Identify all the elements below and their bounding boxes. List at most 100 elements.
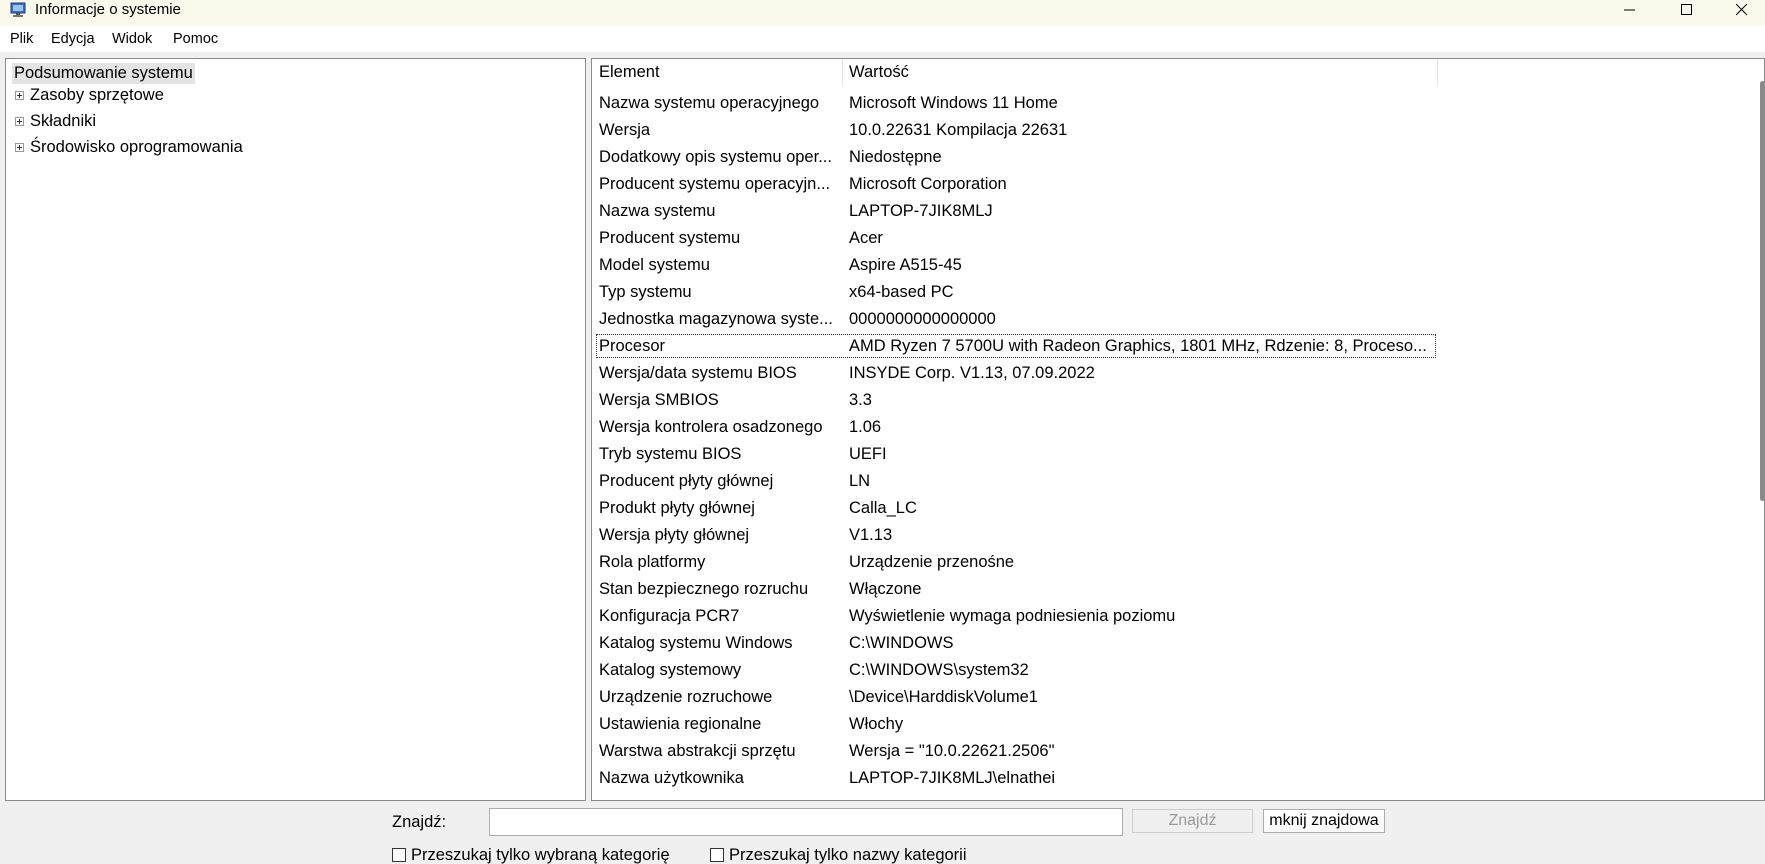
- row-element: Typ systemu: [599, 283, 692, 301]
- row-element: Wersja płyty głównej: [599, 526, 750, 544]
- list-row[interactable]: Nazwa systemu operacyjnego Microsoft Wind…: [592, 90, 1764, 117]
- list-row[interactable]: Produkt płyty głównej Calla_LC: [592, 495, 1764, 522]
- list-row[interactable]: Nazwa użytkownika LAPTOP-7JIK8MLJ\elnathe…: [592, 765, 1764, 792]
- menu-help[interactable]: Pomoc: [173, 30, 218, 48]
- list-row[interactable]: Nazwa systemu LAPTOP-7JIK8MLJ: [592, 198, 1764, 225]
- row-element: Producent systemu operacyjn...: [599, 175, 831, 193]
- list-row[interactable]: Warstwa abstrakcji sprzętu Wersja = "10.0…: [592, 738, 1764, 765]
- expand-plus-icon[interactable]: [15, 91, 24, 100]
- row-element: Urządzenie rozruchowe: [599, 688, 773, 706]
- search-category-names-option[interactable]: Przeszukaj tylko nazwy kategorii: [710, 846, 967, 864]
- close-find-button[interactable]: mknij znajdowa: [1263, 809, 1385, 833]
- column-divider[interactable]: [842, 59, 843, 86]
- row-value: Acer: [849, 229, 883, 247]
- category-tree: Podsumowanie systemu Zasoby sprzętowe Sk…: [5, 58, 586, 801]
- search-selected-category-checkbox[interactable]: [392, 848, 406, 862]
- row-value: 0000000000000000: [849, 310, 996, 328]
- row-value: C:\WINDOWS: [849, 634, 954, 652]
- row-element: Nazwa systemu: [599, 202, 716, 220]
- row-value: Calla_LC: [849, 499, 917, 517]
- list-row[interactable]: Wersja SMBIOS 3.3: [592, 387, 1764, 414]
- column-divider[interactable]: [1437, 59, 1438, 86]
- list-row[interactable]: Dodatkowy opis systemu oper... Niedostępn…: [592, 144, 1764, 171]
- list-row[interactable]: Producent płyty głównej LN: [592, 468, 1764, 495]
- list-row[interactable]: Producent systemu operacyjn... Microsoft …: [592, 171, 1764, 198]
- list-row[interactable]: Ustawienia regionalne Włochy: [592, 711, 1764, 738]
- find-label: Znajdź:: [392, 813, 447, 831]
- row-element: Nazwa systemu operacyjnego: [599, 94, 820, 112]
- row-value: \Device\HarddiskVolume1: [849, 688, 1038, 706]
- list-row[interactable]: Jednostka magazynowa syste... 00000000000…: [592, 306, 1764, 333]
- search-category-names-label: Przeszukaj tylko nazwy kategorii: [729, 846, 967, 864]
- menu-file[interactable]: Plik: [10, 30, 33, 48]
- search-selected-category-label: Przeszukaj tylko wybraną kategorię: [411, 846, 670, 864]
- list-row[interactable]: Konfiguracja PCR7 Wyświetlenie wymaga pod…: [592, 603, 1764, 630]
- find-bar: Znajdź: Znajdź mknij znajdowa Przeszukaj…: [0, 801, 1765, 864]
- row-value: 10.0.22631 Kompilacja 22631: [849, 121, 1068, 139]
- minimize-button[interactable]: [1607, 0, 1653, 20]
- tree-item-hardware-resources[interactable]: Zasoby sprzętowe: [30, 85, 164, 106]
- row-element: Nazwa użytkownika: [599, 769, 744, 787]
- row-value: LAPTOP-7JIK8MLJ: [849, 202, 993, 220]
- row-element: Model systemu: [599, 256, 710, 274]
- row-value: x64-based PC: [849, 283, 954, 301]
- row-value: LAPTOP-7JIK8MLJ\elnathei: [849, 769, 1056, 787]
- menu-bar: Plik Edycja Widok Pomoc: [0, 26, 1765, 52]
- tree-item-system-summary[interactable]: Podsumowanie systemu: [12, 63, 195, 84]
- list-row[interactable]: Katalog systemu Windows C:\WINDOWS: [592, 630, 1764, 657]
- tree-item-components[interactable]: Składniki: [30, 111, 96, 132]
- row-value: Microsoft Corporation: [849, 175, 1007, 193]
- row-value: 3.3: [849, 391, 872, 409]
- menu-edit[interactable]: Edycja: [51, 30, 95, 48]
- vertical-scrollbar[interactable]: [1758, 59, 1764, 800]
- row-element: Ustawienia regionalne: [599, 715, 762, 733]
- row-element: Producent płyty głównej: [599, 472, 774, 490]
- list-row[interactable]: Stan bezpiecznego rozruchu Włączone: [592, 576, 1764, 603]
- search-category-names-checkbox[interactable]: [710, 848, 724, 862]
- expand-plus-icon[interactable]: [15, 143, 24, 152]
- menu-view[interactable]: Widok: [112, 30, 152, 48]
- row-element: Dodatkowy opis systemu oper...: [599, 148, 832, 166]
- search-selected-category-option[interactable]: Przeszukaj tylko wybraną kategorię: [392, 846, 670, 864]
- list-row[interactable]: Rola platformy Urządzenie przenośne: [592, 549, 1764, 576]
- row-element: Katalog systemowy: [599, 661, 742, 679]
- row-element: Producent systemu: [599, 229, 741, 247]
- details-rows: Nazwa systemu operacyjnego Microsoft Wind…: [592, 90, 1764, 792]
- column-header-element[interactable]: Element: [599, 59, 660, 86]
- row-element: Wersja: [599, 121, 651, 139]
- row-value: Włochy: [849, 715, 904, 733]
- list-row[interactable]: Typ systemu x64-based PC: [592, 279, 1764, 306]
- find-button[interactable]: Znajdź: [1132, 809, 1253, 833]
- row-value: 1.06: [849, 418, 882, 436]
- row-value: AMD Ryzen 7 5700U with Radeon Graphics, …: [849, 337, 1427, 355]
- row-element: Rola platformy: [599, 553, 706, 571]
- row-value: Microsoft Windows 11 Home: [849, 94, 1058, 112]
- row-value: Włączone: [849, 580, 922, 598]
- scrollbar-thumb[interactable]: [1760, 81, 1764, 501]
- row-value: UEFI: [849, 445, 887, 463]
- row-value: LN: [849, 472, 871, 490]
- column-header-value[interactable]: Wartość: [849, 59, 909, 86]
- list-row[interactable]: Tryb systemu BIOS UEFI: [592, 441, 1764, 468]
- maximize-button[interactable]: [1664, 0, 1710, 20]
- tree-item-software-environment[interactable]: Środowisko oprogramowania: [30, 137, 243, 158]
- list-row[interactable]: Wersja kontrolera osadzonego 1.06: [592, 414, 1764, 441]
- list-row[interactable]: Wersja 10.0.22631 Kompilacja 22631: [592, 117, 1764, 144]
- row-element: Wersja/data systemu BIOS: [599, 364, 797, 382]
- list-row[interactable]: Wersja płyty głównej V1.13: [592, 522, 1764, 549]
- list-row[interactable]: Procesor AMD Ryzen 7 5700U with Radeon Gr…: [592, 333, 1764, 360]
- close-button[interactable]: [1719, 0, 1765, 20]
- row-element: Jednostka magazynowa syste...: [599, 310, 833, 328]
- list-row[interactable]: Wersja/data systemu BIOS INSYDE Corp. V1.…: [592, 360, 1764, 387]
- list-row[interactable]: Producent systemu Acer: [592, 225, 1764, 252]
- row-value: Urządzenie przenośne: [849, 553, 1015, 571]
- row-value: Niedostępne: [849, 148, 942, 166]
- list-row[interactable]: Katalog systemowy C:\WINDOWS\system32: [592, 657, 1764, 684]
- find-input[interactable]: [489, 808, 1123, 836]
- row-value: V1.13: [849, 526, 893, 544]
- list-row[interactable]: Urządzenie rozruchowe \Device\HarddiskVol…: [592, 684, 1764, 711]
- expand-plus-icon[interactable]: [15, 117, 24, 126]
- list-row[interactable]: Model systemu Aspire A515-45: [592, 252, 1764, 279]
- window-title: Informacje o systemie: [35, 1, 181, 18]
- row-element: Tryb systemu BIOS: [599, 445, 742, 463]
